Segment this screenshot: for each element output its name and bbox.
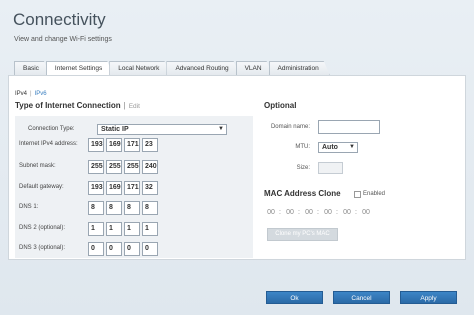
ip-octet-input[interactable]: 240 — [142, 160, 158, 174]
ip-field-label: Subnet mask: — [19, 163, 56, 169]
mac-clone-title: MAC Address Clone — [264, 189, 341, 198]
page-title: Connectivity — [13, 10, 106, 29]
mac-octet-input[interactable]: 00 — [265, 209, 277, 216]
mtu-label: MTU: — [295, 144, 310, 150]
mac-octet-input[interactable]: 00 — [341, 209, 353, 216]
mac-separator: : — [298, 209, 300, 216]
ip-octet-input[interactable]: 23 — [142, 138, 158, 152]
ip-octet-input[interactable]: 169 — [106, 181, 122, 195]
settings-panel: IPv4 | IPv6 Type of Internet Connection |… — [8, 75, 466, 260]
ip-field-label: DNS 1: — [19, 204, 39, 210]
tab-administration[interactable]: Administration — [269, 61, 330, 75]
connection-type-value: Static IP — [101, 126, 129, 133]
ip-octet-input[interactable]: 8 — [88, 201, 104, 215]
chevron-down-icon: ▼ — [349, 144, 355, 150]
subtab-ipv6[interactable]: IPv6 — [35, 91, 47, 97]
ip-octet-input[interactable]: 1 — [106, 222, 122, 236]
ok-button[interactable]: Ok — [266, 291, 323, 304]
ip-field-label: Default gateway: — [19, 184, 64, 190]
domain-name-label: Domain name: — [270, 124, 310, 130]
ip-octet-input[interactable]: 32 — [142, 181, 158, 195]
ip-octet-input[interactable]: 0 — [106, 242, 122, 256]
connection-type-select[interactable]: Static IP ▼ — [97, 124, 227, 135]
edit-link[interactable]: Edit — [129, 103, 140, 110]
mac-separator: : — [317, 209, 319, 216]
tab-advanced-routing[interactable]: Advanced Routing — [166, 61, 239, 75]
mac-octet-input[interactable]: 00 — [284, 209, 296, 216]
mac-separator: : — [336, 209, 338, 216]
mac-separator: : — [355, 209, 357, 216]
ip-octet-input[interactable]: 8 — [124, 201, 140, 215]
mac-octet-input[interactable]: 00 — [303, 209, 315, 216]
mtu-select[interactable]: Auto ▼ — [318, 142, 358, 153]
ip-octet-input[interactable]: 0 — [124, 242, 140, 256]
ip-field-label: DNS 3 (optional): — [19, 245, 66, 251]
ip-octet-input[interactable]: 1 — [124, 222, 140, 236]
domain-name-input[interactable] — [318, 120, 380, 134]
tab-basic[interactable]: Basic — [14, 61, 50, 75]
cancel-button[interactable]: Cancel — [333, 291, 390, 304]
ip-octet-input[interactable]: 193 — [88, 181, 104, 195]
chevron-down-icon: ▼ — [218, 126, 224, 132]
ip-octet-input[interactable]: 0 — [142, 242, 158, 256]
ip-octet-input[interactable]: 171 — [124, 181, 140, 195]
clone-mac-button[interactable]: Clone my PC's MAC — [267, 228, 338, 241]
ip-octet-input[interactable]: 8 — [106, 201, 122, 215]
tab-vlan[interactable]: VLAN — [236, 61, 273, 75]
tab-local-network[interactable]: Local Network — [109, 61, 170, 75]
mac-clone-enabled-label: Enabled — [363, 191, 386, 197]
ip-octet-input[interactable]: 255 — [88, 160, 104, 174]
apply-button[interactable]: Apply — [400, 291, 457, 304]
page-subtitle: View and change Wi-Fi settings — [14, 36, 112, 43]
connection-title: Type of Internet Connection — [15, 101, 121, 110]
ip-octet-input[interactable]: 193 — [88, 138, 104, 152]
edit-separator: | — [123, 101, 126, 110]
ip-octet-input[interactable]: 171 — [124, 138, 140, 152]
ip-octet-input[interactable]: 1 — [142, 222, 158, 236]
subtab-ipv4[interactable]: IPv4 — [15, 91, 27, 97]
connection-section-title: Type of Internet Connection | Edit — [15, 101, 140, 110]
tab-bar: Basic Internet Settings Local Network Ad… — [14, 61, 326, 75]
ip-octet-input[interactable]: 0 — [88, 242, 104, 256]
ip-octet-input[interactable]: 1 — [88, 222, 104, 236]
optional-title: Optional — [264, 101, 297, 110]
size-label: Size: — [296, 165, 310, 171]
connection-type-label: Connection Type: — [28, 126, 75, 132]
ip-octet-input[interactable]: 255 — [124, 160, 140, 174]
ip-version-subtabs: IPv4 | IPv6 — [15, 91, 47, 97]
ip-octet-input[interactable]: 255 — [106, 160, 122, 174]
size-input[interactable] — [318, 162, 343, 174]
mac-octet-input[interactable]: 00 — [322, 209, 334, 216]
subtab-separator: | — [30, 91, 32, 97]
ip-field-label: DNS 2 (optional): — [19, 225, 66, 231]
ip-field-label: Internet IPv4 address: — [19, 141, 78, 147]
ip-octet-input[interactable]: 169 — [106, 138, 122, 152]
mac-clone-enabled-checkbox[interactable] — [354, 191, 361, 198]
ip-octet-input[interactable]: 8 — [142, 201, 158, 215]
mtu-value: Auto — [322, 144, 338, 151]
mac-octet-input[interactable]: 00 — [360, 209, 372, 216]
tab-internet-settings[interactable]: Internet Settings — [46, 61, 113, 75]
mac-separator: : — [279, 209, 281, 216]
